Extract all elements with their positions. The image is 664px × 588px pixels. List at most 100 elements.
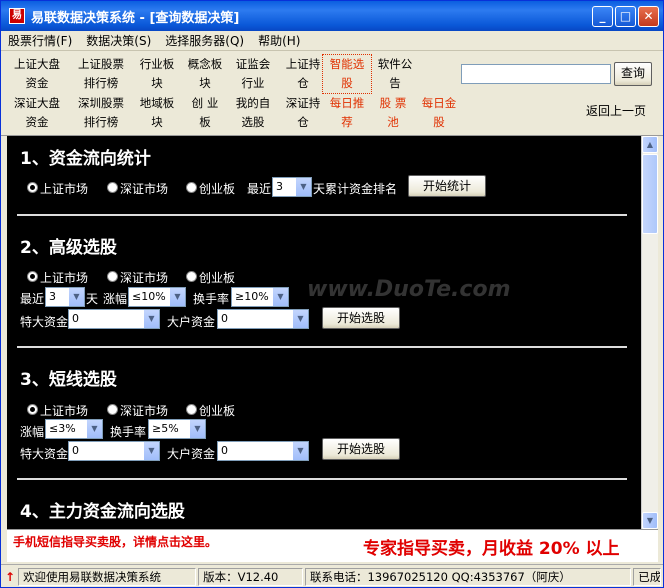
house-funds-select[interactable]: 0 ▼ [217,441,309,461]
tool-label: 股 票 [379,96,407,110]
radio-sz-market[interactable] [107,182,118,193]
search-button[interactable]: 查询 [614,62,652,86]
select-value: ≥10% [235,290,269,303]
radio-label: 上证市场 [40,182,89,196]
tool-label: 排行榜 [83,115,119,129]
rank-suffix-label: 天累计资金排名 [313,182,398,196]
start-stat-button[interactable]: 开始统计 [408,175,486,197]
scroll-up-icon[interactable]: ▲ [642,136,658,153]
sms-ad-link[interactable]: 手机短信指导买卖股，详情点击这里。 [13,533,217,550]
menu-data-decision[interactable]: 数据决策(S) [79,32,158,49]
tool-label: 每日推 [329,96,365,110]
chevron-down-icon[interactable]: ▼ [86,420,102,438]
tool-sh-market-funds[interactable]: 上证大盘 资金 [9,55,65,93]
menu-bar: 股票行情(F) 数据决策(S) 选择服务器(Q) 帮助(H) [1,31,663,51]
tool-csrc-industry[interactable]: 证监会 行业 [225,55,281,93]
tool-smart-pick[interactable]: 智能选股 [322,54,372,94]
radio-label: 上证市场 [40,404,89,418]
section-title-advanced-pick: 2、高级选股 [20,238,117,258]
tool-label: 股 [433,115,445,129]
tool-label: 上证大盘 [14,57,60,71]
house-funds-label: 大户资金 [167,315,216,329]
tool-label: 排行榜 [83,76,119,90]
tool-label: 选股 [241,115,265,129]
select-value: 0 [221,312,228,325]
back-link[interactable]: 返回上一页 [586,102,646,119]
tool-sz-market-funds[interactable]: 深证大盘 资金 [9,94,65,132]
maximize-button[interactable]: □ [615,6,636,27]
app-window: 易 易联数据决策系统 - [查询数据决策] _ □ ✕ 股票行情(F) 数据决策… [0,0,664,588]
radio-gem[interactable] [186,271,197,282]
radio-label: 深证市场 [120,182,169,196]
scroll-down-icon[interactable]: ▼ [642,512,658,529]
chevron-down-icon[interactable]: ▼ [189,420,205,438]
tool-sz-stock-rank[interactable]: 深圳股票 排行榜 [73,94,129,132]
tool-label: 智能选 [329,57,365,71]
menu-stock-quotes[interactable]: 股票行情(F) [1,32,79,49]
chevron-down-icon[interactable]: ▼ [295,178,311,196]
select-value: ≤10% [132,290,166,303]
tool-daily-gold-stock[interactable]: 每日金股 [413,94,465,132]
app-icon[interactable]: 易 [9,8,25,24]
expert-ad-link[interactable]: 专家指导买卖，月收益 20% 以上 [363,534,620,559]
menu-select-server[interactable]: 选择服务器(Q) [158,32,251,49]
days-select[interactable]: 3 ▼ [272,177,312,197]
chevron-down-icon[interactable]: ▼ [292,442,308,460]
radio-label: 创业板 [199,404,236,418]
close-button[interactable]: ✕ [638,6,659,27]
turnover-select[interactable]: ≥10% ▼ [231,287,289,307]
divider [17,346,627,348]
search-input[interactable] [461,64,611,84]
days-select[interactable]: 3 ▼ [45,287,85,307]
select-value: 0 [72,312,79,325]
main-panel: 1、资金流向统计 上证市场 深证市场 创业板 最近 3 ▼ 天累计资金排名 开始统… [7,136,641,529]
rise-select[interactable]: ≤3% ▼ [45,419,103,439]
recent-label: 最近 [247,182,272,196]
minimize-button[interactable]: _ [592,6,613,27]
radio-sh-market[interactable] [27,404,38,415]
radio-sz-market[interactable] [107,271,118,282]
big-funds-select[interactable]: 0 ▼ [68,309,160,329]
tool-label: 我的自 [235,96,271,110]
tool-label: 行业 [241,76,265,90]
radio-label: 创业板 [199,182,236,196]
title-bar[interactable]: 易 易联数据决策系统 - [查询数据决策] _ □ ✕ [1,1,663,31]
radio-sh-market[interactable] [27,271,38,282]
radio-sh-market[interactable] [27,182,38,193]
menu-help[interactable]: 帮助(H) [251,32,307,49]
status-welcome: 欢迎使用易联数据决策系统 [18,567,197,586]
radio-gem[interactable] [186,182,197,193]
rise-label: 涨幅 [103,292,128,306]
select-value: 0 [221,444,228,457]
tool-label: 证监会 [235,57,271,71]
tool-stock-pool[interactable]: 股 票池 [367,94,419,132]
big-funds-label: 特大资金 [20,315,69,329]
tool-software-notice[interactable]: 软件公告 [367,55,423,93]
chevron-down-icon[interactable]: ▼ [292,310,308,328]
tool-label: 软件公 [377,57,413,71]
turnover-label: 换手率 [193,292,230,306]
tool-sh-stock-rank[interactable]: 上证股票 排行榜 [73,55,129,93]
tool-label: 每日金 [421,96,457,110]
chevron-down-icon[interactable]: ▼ [143,442,159,460]
vertical-scrollbar[interactable]: ▲ ▼ [641,136,658,529]
tool-label: 告 [389,76,401,90]
chevron-down-icon[interactable]: ▼ [169,288,185,306]
big-funds-select[interactable]: 0 ▼ [68,441,160,461]
scroll-thumb[interactable] [642,154,658,234]
tool-my-picks[interactable]: 我的自 选股 [225,94,281,132]
tool-daily-recommend[interactable]: 每日推荐 [323,94,371,132]
chevron-down-icon[interactable]: ▼ [68,288,84,306]
chevron-down-icon[interactable]: ▼ [272,288,288,306]
start-pick-button[interactable]: 开始选股 [322,307,400,329]
tool-label: 深圳股票 [78,96,124,110]
house-funds-select[interactable]: 0 ▼ [217,309,309,329]
chevron-down-icon[interactable]: ▼ [143,310,159,328]
section-title-fund-flow: 1、资金流向统计 [20,149,151,169]
start-pick-button[interactable]: 开始选股 [322,438,400,460]
turnover-select[interactable]: ≥5% ▼ [148,419,206,439]
watermark: www.DuoTe.com [307,277,511,302]
radio-gem[interactable] [186,404,197,415]
rise-select[interactable]: ≤10% ▼ [128,287,186,307]
radio-sz-market[interactable] [107,404,118,415]
